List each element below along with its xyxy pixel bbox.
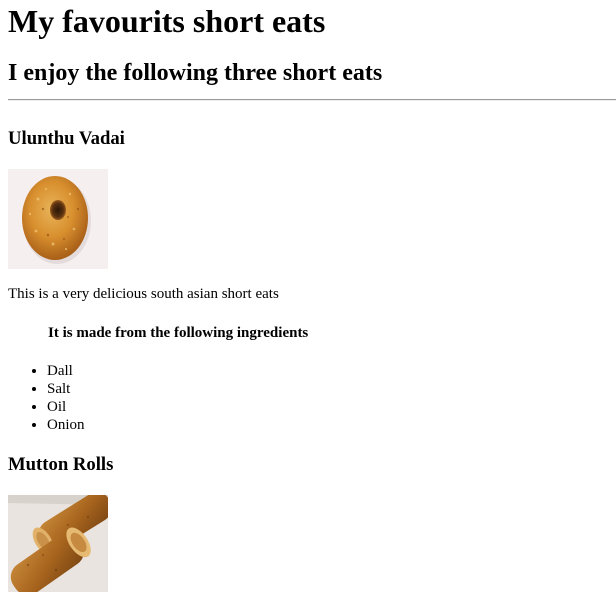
- list-item: Salt: [47, 380, 85, 398]
- ingredients-list: Dall Salt Oil Onion: [8, 362, 85, 434]
- page-subtitle: I enjoy the following three short eats: [8, 60, 383, 86]
- rolls-illustration: [8, 495, 108, 592]
- rolls-image: [8, 495, 108, 592]
- item-heading-rolls: Mutton Rolls: [8, 454, 114, 475]
- divider: [8, 99, 616, 101]
- list-item: Onion: [47, 416, 85, 434]
- item-description: This is a very delicious south asian sho…: [8, 286, 279, 302]
- vadai-illustration: [8, 169, 108, 269]
- item-heading-vadai: Ulunthu Vadai: [8, 128, 125, 149]
- page-title: My favourits short eats: [8, 3, 326, 39]
- list-item: Oil: [47, 398, 85, 416]
- ingredients-heading: It is made from the following ingredient…: [48, 325, 309, 341]
- list-item: Dall: [47, 362, 85, 380]
- vadai-image: [8, 169, 108, 269]
